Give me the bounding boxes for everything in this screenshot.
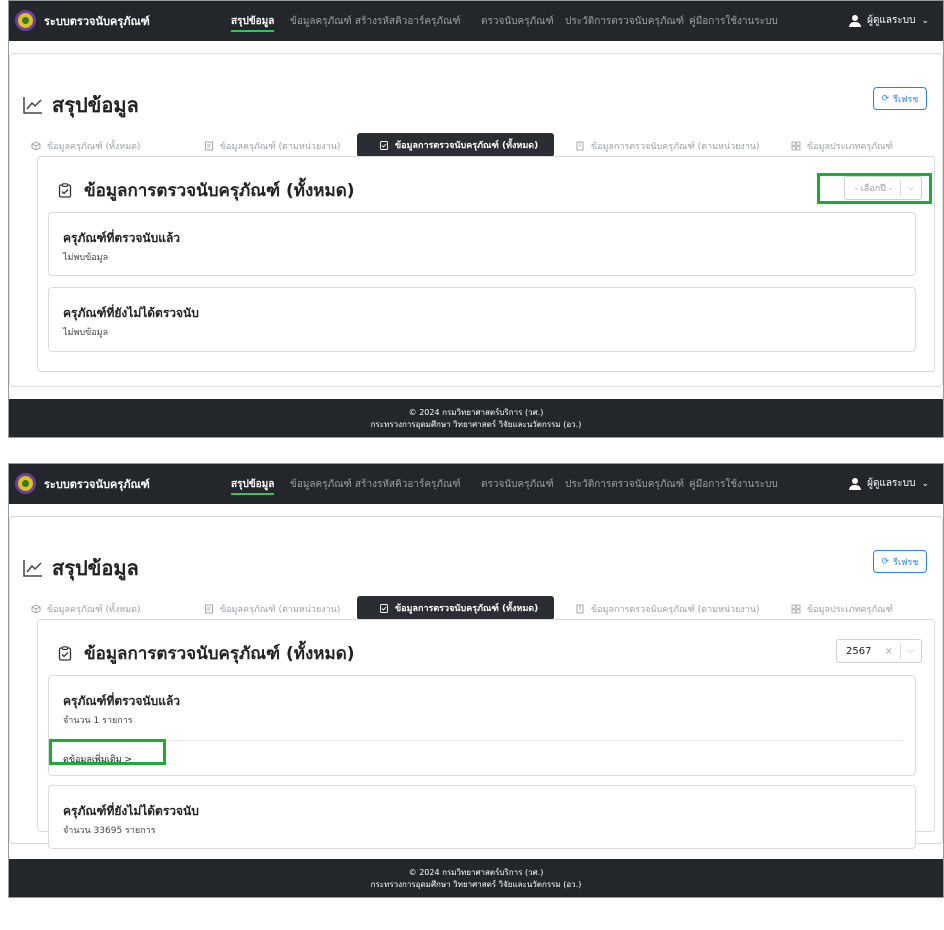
nav-stock-count[interactable]: ตรวจนับครุภัณฑ์: [481, 14, 554, 29]
tab-count-all[interactable]: ข้อมูลการตรวจนับครุภัณฑ์ (ทั้งหมด): [357, 596, 555, 620]
logo-icon: [15, 473, 36, 494]
highlight-view-more: [49, 739, 166, 765]
uncounted-card: ครุภัณฑ์ที่ยังไม่ได้ตรวจนับ จำนวน 33695 …: [48, 785, 916, 849]
nav-qr-code[interactable]: สร้างรหัสคิวอาร์ครุภัณฑ์: [355, 477, 461, 492]
nav-assets[interactable]: ข้อมูลครุภัณฑ์: [290, 477, 352, 492]
grid-icon: [791, 604, 801, 614]
user-menu[interactable]: ผู้ดูแลระบบ ⌄: [849, 13, 929, 28]
clipboard-check-icon: [58, 183, 72, 198]
footer-ministry: กระทรวงการอุดมศึกษา วิทยาศาสตร์ วิจัยและ…: [370, 420, 582, 429]
refresh-icon: ⟳: [881, 93, 890, 104]
year-select-value: 2567: [846, 645, 872, 657]
uncounted-card: ครุภัณฑ์ที่ยังไม่ได้ตรวจนับ ไม่พบข้อมูล: [48, 287, 916, 352]
tab-assets-by-unit[interactable]: ข้อมูลครุภัณฑ์ (ตามหน่วยงาน): [204, 602, 340, 616]
tab-count-by-unit[interactable]: ข้อมูลการตรวจนับครุภัณฑ์ (ตามหน่วยงาน): [575, 602, 760, 616]
footer-ministry: กระทรวงการอุดมศึกษา วิทยาศาสตร์ วิจัยและ…: [370, 880, 582, 889]
tab-count-by-unit[interactable]: ข้อมูลการตรวจนับครุภัณฑ์ (ตามหน่วยงาน): [575, 139, 760, 153]
count-panel: ข้อมูลการตรวจนับครุภัณฑ์ (ทั้งหมด) 2567 …: [37, 619, 935, 849]
cube-icon: [31, 604, 41, 614]
counted-title: ครุภัณฑ์ที่ตรวจนับแล้ว: [63, 231, 181, 245]
uncounted-value: ไม่พบข้อมูล: [63, 328, 109, 338]
building-icon: [576, 604, 584, 614]
document-icon: [205, 604, 213, 614]
clipboard-check-icon: [380, 141, 388, 150]
nav-count-history[interactable]: ประวัติการตรวจนับครุภัณฑ์: [565, 14, 684, 29]
clear-icon[interactable]: ×: [885, 646, 900, 657]
line-chart-icon: [23, 97, 42, 114]
brand[interactable]: ระบบตรวจนับครุภัณฑ์: [15, 473, 150, 494]
tab-assets-all[interactable]: ข้อมูลครุภัณฑ์ (ทั้งหมด): [31, 139, 141, 153]
top-navbar: ระบบตรวจนับครุภัณฑ์ สรุปข้อมูล ข้อมูลครุ…: [9, 464, 943, 504]
counted-title: ครุภัณฑ์ที่ตรวจนับแล้ว: [63, 694, 181, 708]
user-menu[interactable]: ผู้ดูแลระบบ ⌄: [849, 476, 929, 491]
brand[interactable]: ระบบตรวจนับครุภัณฑ์: [15, 10, 150, 31]
tab-asset-types[interactable]: ข้อมูลประเภทครุภัณฑ์: [791, 602, 893, 616]
nav-assets[interactable]: ข้อมูลครุภัณฑ์: [290, 14, 352, 29]
divider: [61, 740, 903, 741]
panel-title: ข้อมูลการตรวจนับครุภัณฑ์ (ทั้งหมด): [58, 640, 355, 667]
nav-qr-code[interactable]: สร้างรหัสคิวอาร์ครุภัณฑ์: [355, 14, 461, 29]
highlight-year-select: [817, 173, 932, 204]
refresh-label: รีเฟรช: [893, 557, 919, 568]
page-title-text: สรุปข้อมูล: [52, 93, 139, 117]
nav-summary[interactable]: สรุปข้อมูล: [231, 14, 275, 32]
year-select[interactable]: 2567 × ⌵: [836, 639, 922, 663]
nav-user-manual[interactable]: คู่มือการใช้งานระบบ: [689, 14, 778, 29]
uncounted-title: ครุภัณฑ์ที่ยังไม่ได้ตรวจนับ: [63, 306, 199, 320]
tab-assets-by-unit[interactable]: ข้อมูลครุภัณฑ์ (ตามหน่วยงาน): [204, 139, 340, 153]
logo-icon: [15, 10, 36, 31]
line-chart-icon: [23, 560, 42, 577]
nav-user-manual[interactable]: คู่มือการใช้งานระบบ: [689, 477, 778, 492]
page-title: สรุปข้อมูล: [23, 552, 139, 584]
chevron-down-icon: ⌵: [907, 646, 915, 656]
refresh-label: รีเฟรช: [893, 94, 919, 105]
footer-copyright: © 2024 กรมวิทยาศาสตร์บริการ (วศ.): [408, 868, 544, 877]
footer: © 2024 กรมวิทยาศาสตร์บริการ (วศ.) กระทรว…: [9, 399, 943, 437]
user-name: ผู้ดูแลระบบ: [867, 15, 916, 26]
counted-card: ครุภัณฑ์ที่ตรวจนับแล้ว จำนวน 1 รายการ ดู…: [48, 675, 916, 776]
nav-stock-count[interactable]: ตรวจนับครุภัณฑ์: [481, 477, 554, 492]
document-icon: [205, 141, 213, 151]
user-name: ผู้ดูแลระบบ: [867, 478, 916, 489]
count-panel: ข้อมูลการตรวจนับครุภัณฑ์ (ทั้งหมด) - เลื…: [37, 156, 935, 372]
cube-icon: [31, 141, 41, 151]
brand-name: ระบบตรวจนับครุภัณฑ์: [44, 477, 150, 491]
uncounted-title: ครุภัณฑ์ที่ยังไม่ได้ตรวจนับ: [63, 804, 199, 818]
panel-title: ข้อมูลการตรวจนับครุภัณฑ์ (ทั้งหมด): [58, 177, 355, 204]
top-navbar: ระบบตรวจนับครุภัณฑ์ สรุปข้อมูล ข้อมูลครุ…: [9, 1, 943, 41]
refresh-button[interactable]: ⟳ รีเฟรช: [873, 87, 927, 110]
refresh-icon: ⟳: [881, 556, 890, 567]
page-title-text: สรุปข้อมูล: [52, 556, 139, 580]
footer: © 2024 กรมวิทยาศาสตร์บริการ (วศ.) กระทรว…: [9, 859, 943, 897]
uncounted-value: จำนวน 33695 รายการ: [63, 826, 156, 836]
screenshot-after: ระบบตรวจนับครุภัณฑ์ สรุปข้อมูล ข้อมูลครุ…: [8, 463, 944, 898]
tab-asset-types[interactable]: ข้อมูลประเภทครุภัณฑ์: [791, 139, 893, 153]
brand-name: ระบบตรวจนับครุภัณฑ์: [44, 14, 150, 28]
tab-count-all[interactable]: ข้อมูลการตรวจนับครุภัณฑ์ (ทั้งหมด): [357, 133, 555, 157]
tab-assets-all[interactable]: ข้อมูลครุภัณฑ์ (ทั้งหมด): [31, 602, 141, 616]
screenshot-before: ระบบตรวจนับครุภัณฑ์ สรุปข้อมูล ข้อมูลครุ…: [8, 0, 944, 438]
user-icon: [849, 14, 862, 27]
clipboard-check-icon: [58, 646, 72, 661]
nav-count-history[interactable]: ประวัติการตรวจนับครุภัณฑ์: [565, 477, 684, 492]
chevron-down-icon: ⌄: [921, 478, 929, 489]
counted-card: ครุภัณฑ์ที่ตรวจนับแล้ว ไม่พบข้อมูล: [48, 212, 916, 276]
user-icon: [849, 477, 862, 490]
footer-copyright: © 2024 กรมวิทยาศาสตร์บริการ (วศ.): [408, 408, 544, 417]
clipboard-check-icon: [380, 604, 388, 613]
nav-summary[interactable]: สรุปข้อมูล: [231, 477, 275, 495]
grid-icon: [791, 141, 801, 151]
page-title: สรุปข้อมูล: [23, 89, 139, 121]
refresh-button[interactable]: ⟳ รีเฟรช: [873, 550, 927, 573]
building-icon: [576, 141, 584, 151]
counted-value: ไม่พบข้อมูล: [63, 253, 109, 263]
chevron-down-icon: ⌄: [921, 15, 929, 26]
counted-value: จำนวน 1 รายการ: [63, 716, 133, 726]
